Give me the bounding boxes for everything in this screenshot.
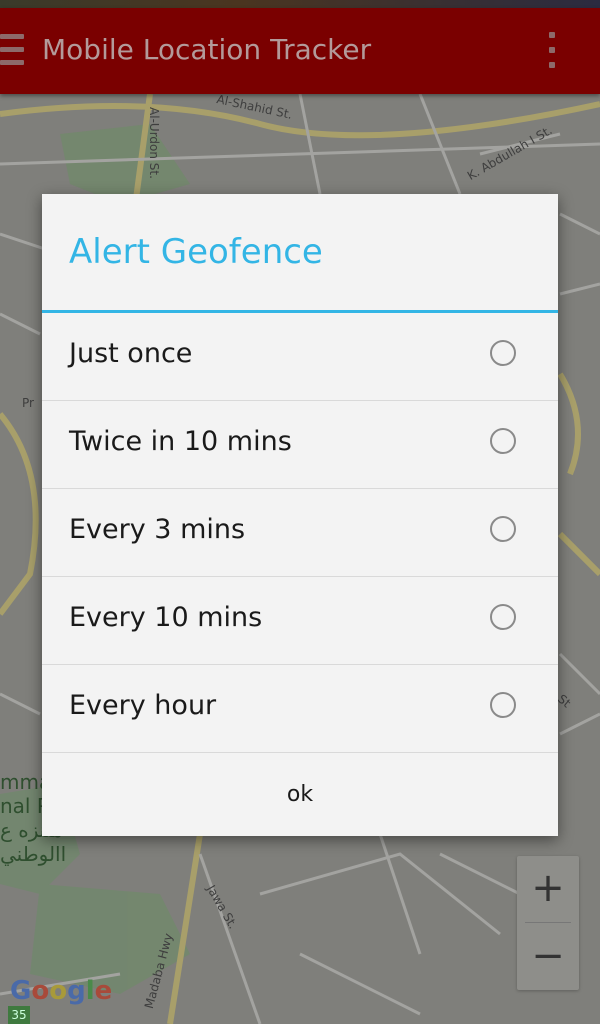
radio-button[interactable]: [490, 428, 516, 454]
route-badge: 35: [8, 1006, 30, 1024]
option-every-3-mins[interactable]: Every 3 mins: [42, 489, 558, 577]
ok-button[interactable]: ok: [42, 751, 558, 836]
zoom-controls: + −: [517, 856, 579, 990]
google-logo: Google: [10, 976, 113, 1006]
radio-button[interactable]: [490, 692, 516, 718]
street-label: Al-Urdon St.: [146, 107, 161, 179]
option-label: Just once: [69, 338, 193, 369]
option-label: Twice in 10 mins: [69, 426, 292, 457]
alert-frequency-options: Just once Twice in 10 mins Every 3 mins …: [42, 313, 558, 753]
radio-button[interactable]: [490, 604, 516, 630]
option-just-once[interactable]: Just once: [42, 313, 558, 401]
radio-button[interactable]: [490, 340, 516, 366]
zoom-out-button[interactable]: −: [517, 924, 579, 990]
zoom-in-button[interactable]: +: [517, 856, 579, 922]
app-title: Mobile Location Tracker: [42, 33, 372, 66]
option-label: Every 10 mins: [69, 602, 263, 633]
hamburger-menu-icon[interactable]: [0, 34, 28, 70]
dialog-title: Alert Geofence: [69, 232, 323, 272]
overflow-menu-icon[interactable]: [546, 32, 558, 72]
alert-geofence-dialog: Alert Geofence Just once Twice in 10 min…: [42, 194, 558, 836]
status-bar: [0, 0, 600, 8]
option-every-hour[interactable]: Every hour: [42, 665, 558, 753]
app-bar: Mobile Location Tracker: [0, 8, 600, 94]
option-label: Every 3 mins: [69, 514, 246, 545]
option-twice-in-10-mins[interactable]: Twice in 10 mins: [42, 401, 558, 489]
radio-button[interactable]: [490, 516, 516, 542]
street-label: Pr: [22, 396, 34, 410]
zoom-divider: [525, 922, 571, 923]
option-label: Every hour: [69, 690, 217, 721]
option-every-10-mins[interactable]: Every 10 mins: [42, 577, 558, 665]
